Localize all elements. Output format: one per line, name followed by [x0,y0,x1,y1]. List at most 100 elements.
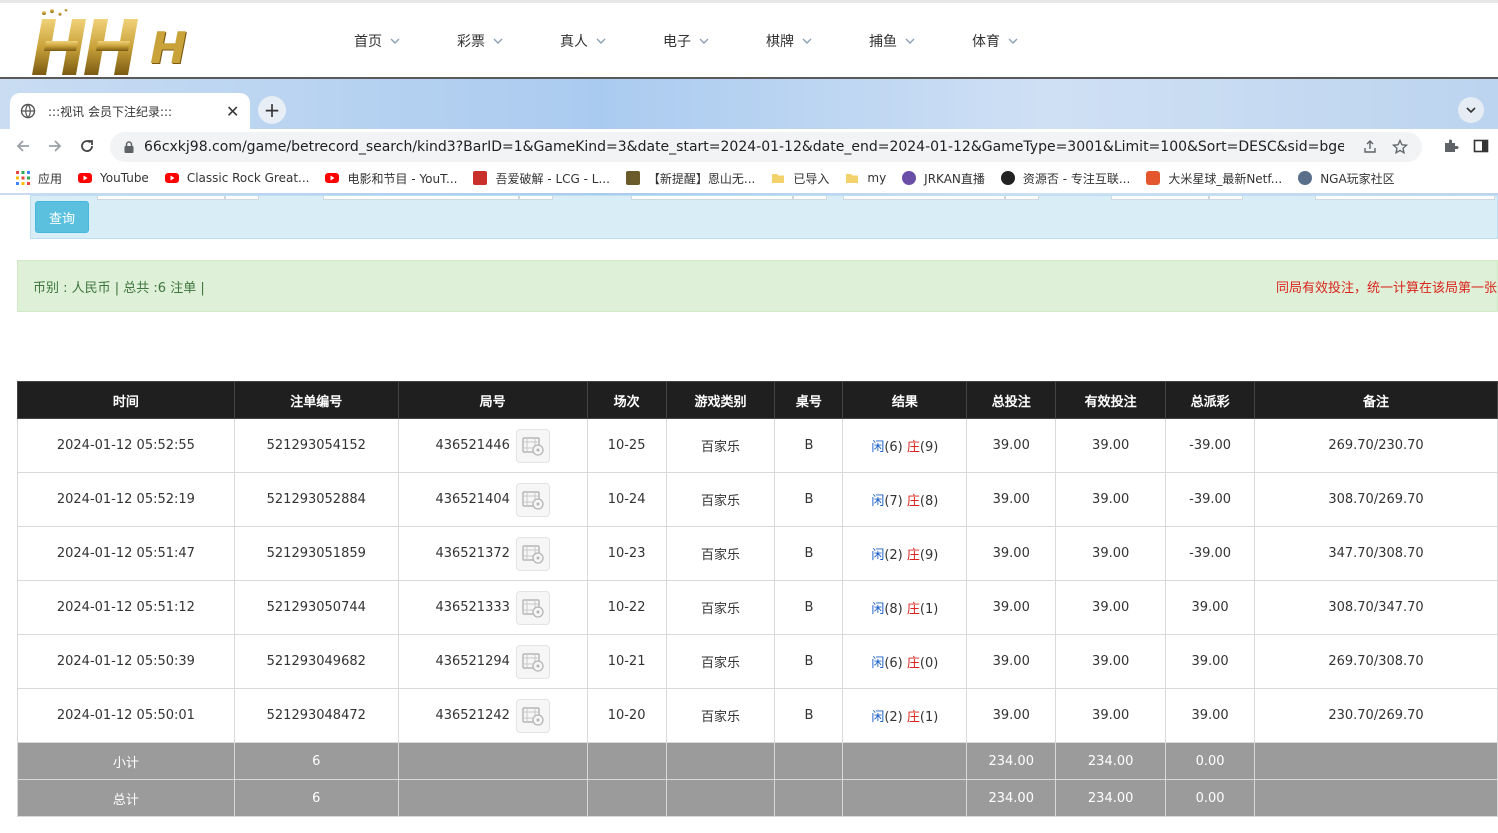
chevron-down-icon [905,38,915,44]
bookmark-item[interactable]: 应用 [16,170,62,187]
filter-input[interactable] [793,196,827,200]
filter-input[interactable] [97,196,225,200]
bookmark-item[interactable]: my [845,171,886,185]
site-icon [473,171,488,185]
forward-button[interactable] [44,135,66,157]
nav-item-sports[interactable]: 体育 [972,31,1075,51]
filter-input[interactable] [1209,196,1243,200]
banker-label: 庄 [906,548,920,563]
filter-input[interactable] [843,196,1005,200]
cell-result: 闲(7) 庄(8) [842,472,968,527]
cell-bet-id: 521293050744 [233,580,399,635]
banker-score: (1) [919,602,939,617]
replay-video-icon[interactable] [515,482,550,517]
filter-input[interactable] [1111,196,1209,200]
bookmark-label: JRKAN直播 [924,171,985,186]
bookmark-label: Classic Rock Great... [186,171,310,185]
bookmark-item[interactable]: NGA玩家社区 [1298,170,1395,187]
plus-icon: + [263,98,281,122]
bookmark-label: 吾爱破解 - LCG - L... [495,171,610,186]
bookmark-item[interactable]: 吾爱破解 - LCG - L... [473,170,610,187]
hh-logo-mark-icon [32,8,138,75]
query-button[interactable]: 查询 [35,201,89,233]
filter-input[interactable] [323,196,519,200]
player-label: 闲 [871,440,885,455]
subtotal-total-bet: 234.00 [966,742,1057,780]
filter-input[interactable] [1005,196,1039,200]
cell-total-bet[interactable]: 39.00 [966,472,1057,527]
column-header: 局号 [397,381,588,419]
nav-item-home[interactable]: 首页 [354,31,457,51]
star-icon[interactable] [1392,139,1408,155]
back-button[interactable] [12,135,34,157]
share-icon[interactable] [1362,139,1378,155]
cell-total-bet[interactable]: 39.00 [966,418,1057,473]
cell-note: 230.70/269.70 [1254,688,1498,743]
nav-item-lottery[interactable]: 彩票 [457,31,560,51]
bookmark-item[interactable]: 【新提醒】恩山无... [625,170,756,187]
folder-icon [846,174,859,183]
youtube-icon [164,173,179,183]
filter-input[interactable] [1315,196,1495,200]
reload-button[interactable] [76,135,98,157]
bookmark-item[interactable]: 电影和节目 - YouT... [325,170,457,187]
cell-total-bet[interactable]: 39.00 [966,526,1057,581]
banker-label: 庄 [906,602,920,617]
site-icon [1298,171,1313,185]
new-tab-button[interactable]: + [258,96,286,124]
cell-total-bet[interactable]: 39.00 [966,634,1057,689]
filter-input[interactable] [631,196,793,200]
column-header: 备注 [1254,381,1498,419]
table-row: 2024-01-12 05:52:19 521293052884 436521404… [17,472,1498,527]
grand-total-label: 总计 [17,779,235,817]
nav-label: 捕鱼 [869,34,897,50]
replay-video-icon[interactable] [515,590,550,625]
column-header: 总派彩 [1165,381,1256,419]
grand-total-row: 总计 6 234.00 234.00 0.00 [17,779,1498,817]
cell-game: 百家乐 [665,688,776,743]
empty-cell [774,742,844,780]
column-header: 注单编号 [233,381,399,419]
cell-round: 436521294 [397,634,588,689]
bookmark-label: my [867,171,887,185]
tab-search-button[interactable] [1458,97,1484,123]
nav-item-fishing[interactable]: 捕鱼 [869,31,972,51]
cell-table: B [774,418,844,473]
browser-tab[interactable]: :::视讯 会员下注纪录::: ✕ [10,93,250,129]
nav-item-electronic[interactable]: 电子 [663,31,766,51]
address-bar[interactable]: 66cxkj98.com/game/betrecord_search/kind3… [110,132,1422,162]
bookmark-item[interactable]: 资源否 - 专注互联... [1000,170,1130,187]
nav-item-live[interactable]: 真人 [560,31,663,51]
extension-toolbar [1442,137,1490,155]
nav-item-chess[interactable]: 棋牌 [766,31,869,51]
bookmark-item[interactable]: Classic Rock Great... [164,171,310,185]
side-panel-icon[interactable] [1472,137,1490,155]
table-row: 2024-01-12 05:50:01 521293048472 436521242… [17,688,1498,743]
replay-video-icon[interactable] [515,428,550,463]
bookmark-item[interactable]: 大米星球_最新Netf... [1146,170,1282,187]
column-header: 桌号 [774,381,844,419]
cell-payout: 39.00 [1165,580,1256,635]
bookmark-item[interactable]: YouTube [78,171,149,185]
cell-total-bet[interactable]: 39.00 [966,580,1057,635]
cell-total-bet[interactable]: 39.00 [966,688,1057,743]
site-logo[interactable]: H GAME [32,8,302,125]
bookmark-item[interactable]: 已导入 [771,170,829,187]
replay-video-icon[interactable] [515,698,550,733]
filter-input[interactable] [225,196,259,200]
replay-video-icon[interactable] [515,536,550,571]
cell-note: 269.70/230.70 [1254,418,1498,473]
bookmark-label: 【新提醒】恩山无... [647,171,756,186]
cell-time: 2024-01-12 05:50:39 [17,634,235,689]
puzzle-extension-icon[interactable] [1442,137,1460,155]
filter-input[interactable] [519,196,553,200]
bookmark-item[interactable]: JRKAN直播 [902,170,985,187]
replay-video-icon[interactable] [515,644,550,679]
round-number: 436521372 [435,546,510,561]
cell-table: B [774,526,844,581]
site-icon [1000,171,1015,185]
site-nav: 首页 彩票 真人 电子 棋牌 捕鱼 体育 [354,31,1075,51]
cell-round: 436521333 [397,580,588,635]
close-tab-icon[interactable]: ✕ [226,102,240,121]
site-header: H GAME 首页 彩票 真人 电子 棋牌 捕鱼 体育 [0,0,1498,125]
